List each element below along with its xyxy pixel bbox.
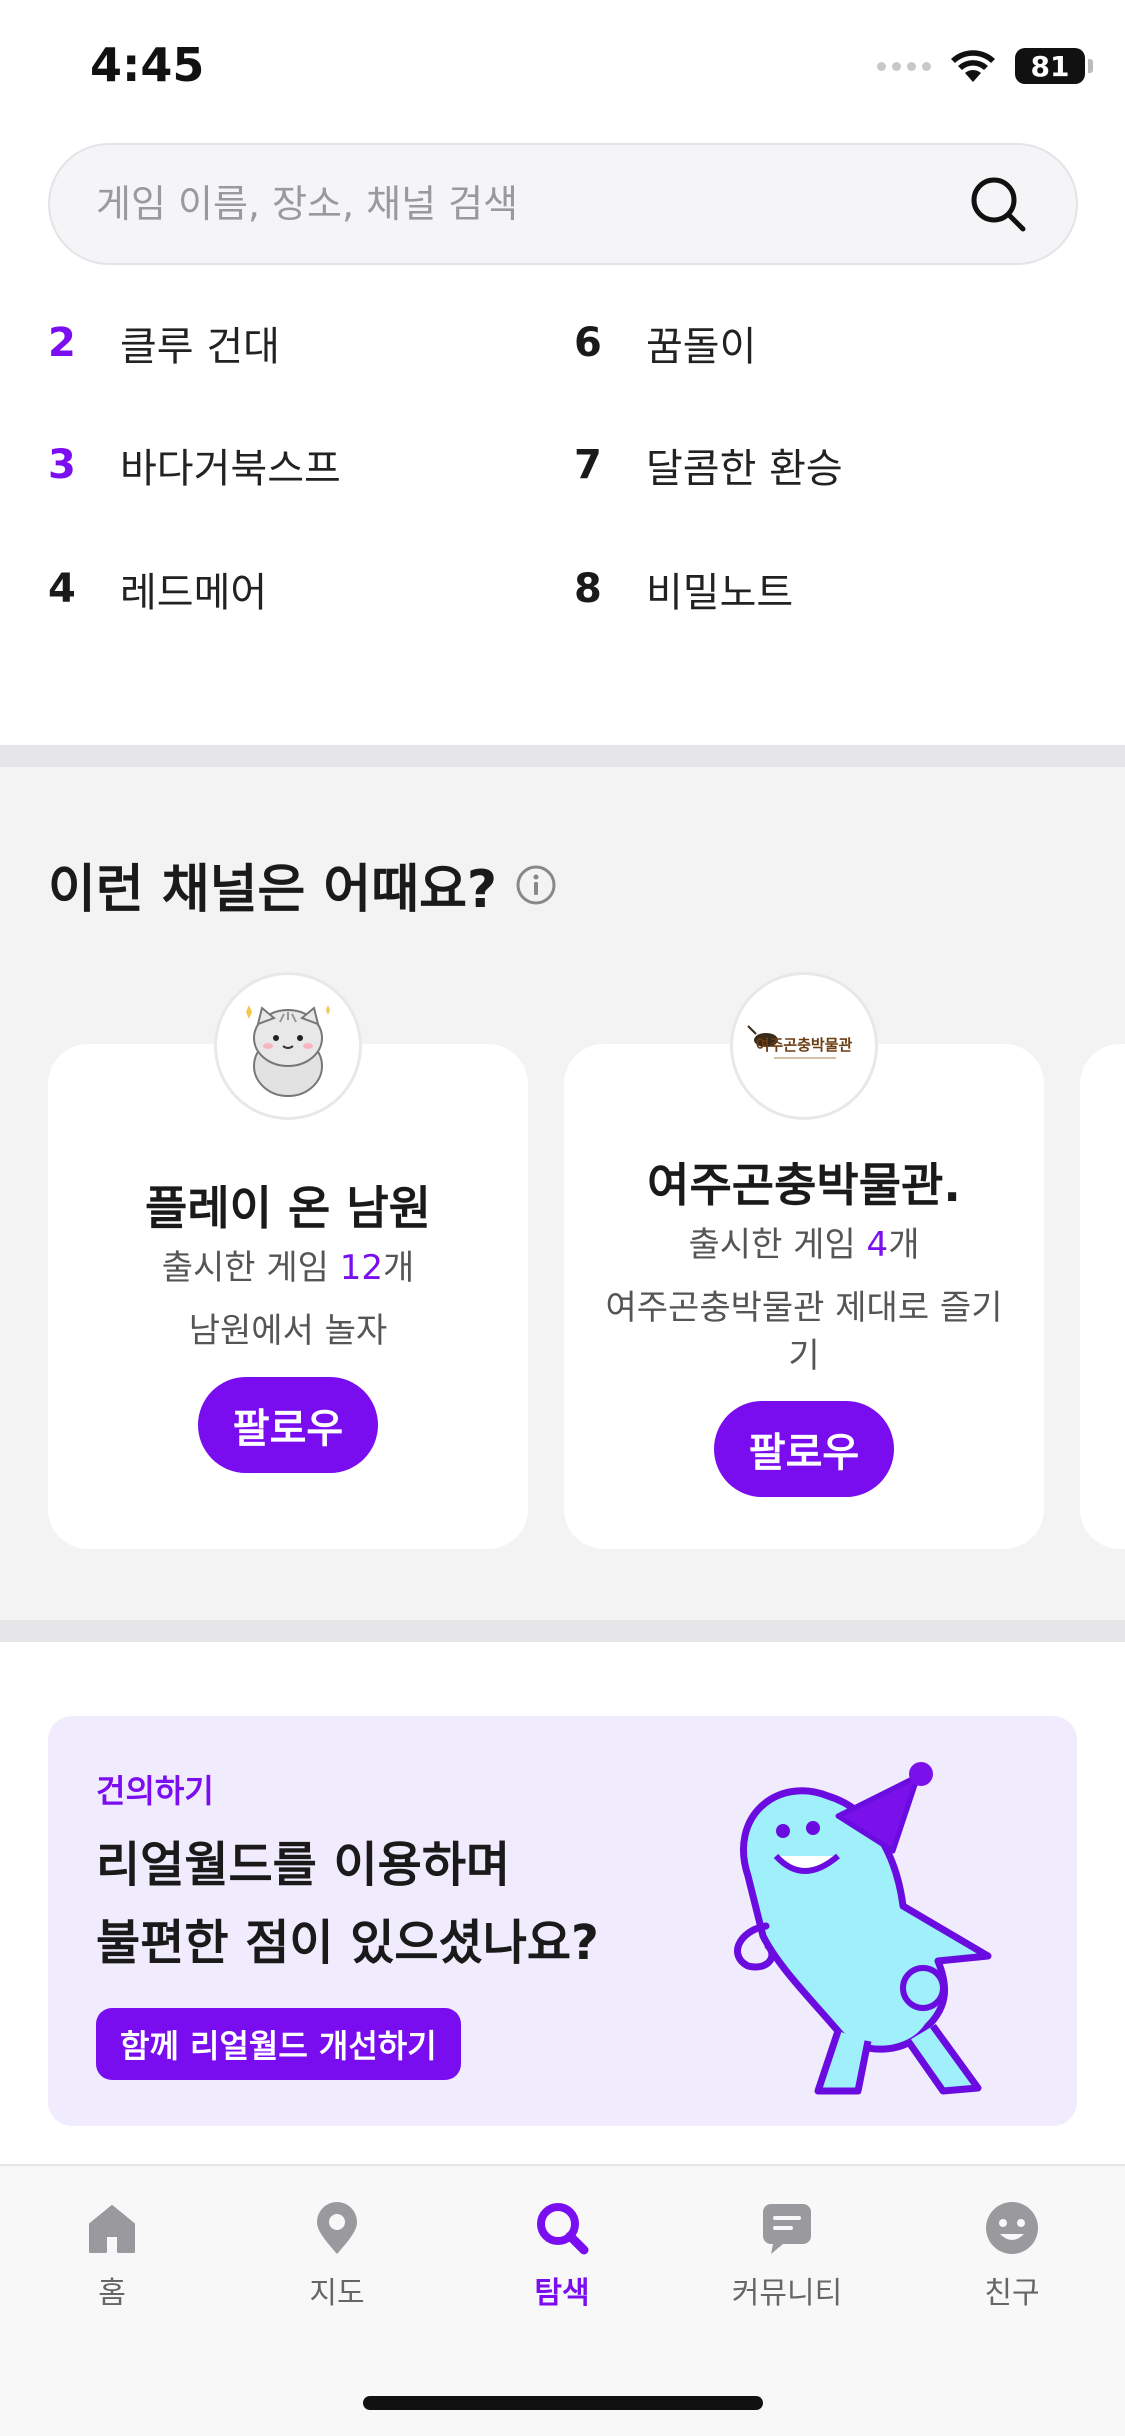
section-title: 이런 채널은 어때요?	[48, 847, 557, 922]
rank-number: 8	[574, 566, 602, 612]
search-icon[interactable]	[966, 172, 1030, 236]
ranking-item[interactable]: 6 꿈돌이	[574, 314, 756, 372]
tab-home[interactable]: 홈	[32, 2198, 192, 2312]
banner-tag: 건의하기	[96, 1772, 214, 1810]
tab-label: 홈	[98, 2276, 126, 2311]
battery-level: 81	[1030, 49, 1070, 83]
section-title-text: 이런 채널은 어때요?	[48, 860, 498, 920]
smiley-icon	[986, 2202, 1038, 2254]
tab-friends[interactable]: 친구	[932, 2198, 1092, 2312]
map-pin-icon	[317, 2202, 357, 2254]
channel-name: 여주곤충박물관.	[647, 1158, 961, 1212]
home-icon	[89, 2205, 135, 2253]
rank-number: 3	[48, 442, 76, 488]
svg-text:여주곤충박물관: 여주곤충박물관	[756, 1036, 853, 1054]
insect-museum-logo: 여주곤충박물관	[747, 1025, 853, 1059]
rank-game-name: 비밀노트	[646, 570, 794, 616]
ranking-item[interactable]: 8 비밀노트	[574, 560, 793, 618]
tab-label: 탐색	[534, 2276, 590, 2311]
channel-game-count: 출시한 게임 4개	[688, 1225, 920, 1265]
follow-button[interactable]: 팔로우	[714, 1401, 894, 1497]
channel-game-count: 출시한 게임 12개	[161, 1248, 415, 1288]
improve-button[interactable]: 함께 리얼월드 개선하기	[96, 2008, 461, 2080]
tab-community[interactable]: 커뮤니티	[707, 2198, 867, 2312]
channel-card-peek[interactable]	[1080, 1044, 1125, 1549]
feedback-banner[interactable]: 건의하기 리얼월드를 이용하며 불편한 점이 있으셨나요? 함께 리얼월드 개선…	[48, 1716, 1077, 2126]
ranking-item[interactable]: 3 바다거북스프	[48, 436, 341, 494]
home-indicator	[363, 2396, 763, 2410]
ranking-item[interactable]: 2 클루 건대	[48, 314, 280, 372]
rank-number: 4	[48, 566, 76, 612]
channel-avatar[interactable]	[214, 972, 362, 1120]
section-divider	[0, 1620, 1125, 1642]
battery-icon: 81	[1015, 48, 1093, 84]
search-input[interactable]	[96, 182, 966, 226]
rank-game-name: 꿈돌이	[646, 324, 757, 370]
rank-game-name: 레드메어	[120, 570, 268, 616]
search-icon	[537, 2203, 589, 2255]
channel-avatar[interactable]: 여주곤충박물관	[730, 972, 878, 1120]
mascot-illustration	[734, 1762, 992, 2095]
wifi-icon	[951, 50, 995, 82]
status-icons: 81	[877, 48, 1093, 84]
channel-name: 플레이 온 남원	[145, 1181, 431, 1235]
cellular-signal-icon	[877, 61, 931, 71]
ranking-item[interactable]: 4 레드메어	[48, 560, 267, 618]
rank-game-name: 바다거북스프	[120, 446, 341, 492]
rank-game-name: 달콤한 환승	[646, 446, 843, 492]
rank-game-name: 클루 건대	[120, 324, 280, 370]
section-divider	[0, 745, 1125, 767]
follow-button[interactable]: 팔로우	[198, 1377, 378, 1473]
rank-number: 2	[48, 320, 76, 366]
rank-number: 7	[574, 442, 602, 488]
info-icon[interactable]	[515, 864, 557, 906]
chat-icon	[763, 2204, 811, 2254]
cat-mascot-icon	[246, 1005, 330, 1097]
status-bar: 4:45 81	[0, 0, 1125, 135]
status-time: 4:45	[90, 38, 205, 92]
tab-explore[interactable]: 탐색	[482, 2198, 642, 2312]
banner-title: 리얼월드를 이용하며 불편한 점이 있으셨나요?	[96, 1837, 599, 1971]
tab-label: 커뮤니티	[731, 2276, 843, 2311]
tab-label: 친구	[984, 2276, 1040, 2311]
search-bar[interactable]	[48, 143, 1078, 265]
tab-map[interactable]: 지도	[257, 2198, 417, 2312]
channel-description: 여주곤충박물관 제대로 즐기기	[605, 1288, 1003, 1376]
tab-label: 지도	[309, 2276, 365, 2311]
recommended-channels-section: 이런 채널은 어때요? 플레이 온 남원 출시한 게임 12개 남원에서 놀자 …	[0, 767, 1125, 1620]
rank-number: 6	[574, 320, 602, 366]
channel-description: 남원에서 놀자	[188, 1311, 388, 1351]
ranking-item[interactable]: 7 달콤한 환승	[574, 436, 843, 494]
